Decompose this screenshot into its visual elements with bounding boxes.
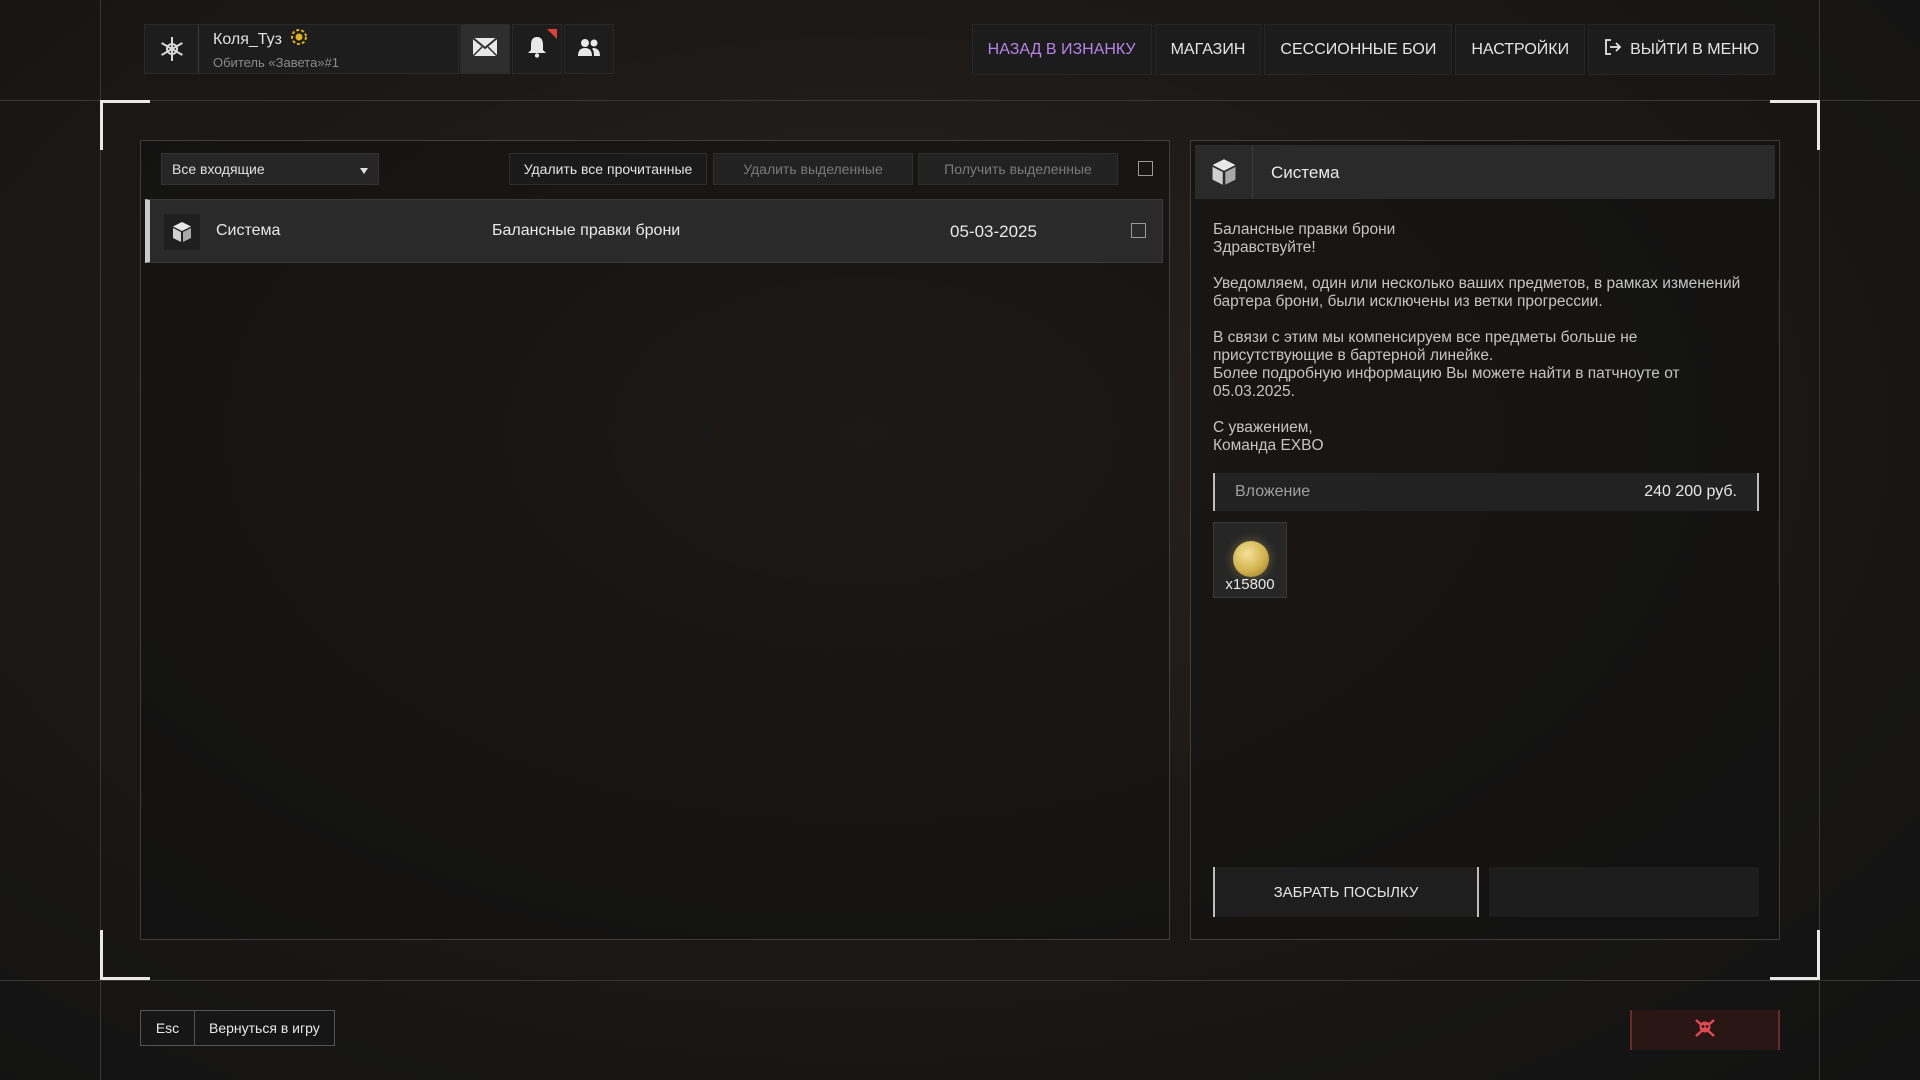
attachment-item-slot[interactable]: x15800 — [1213, 522, 1287, 598]
action-placeholder — [1489, 867, 1759, 917]
message-header: Система — [1195, 145, 1775, 199]
friends-button[interactable] — [564, 24, 614, 74]
package-icon — [1195, 145, 1253, 199]
package-icon — [164, 214, 200, 250]
frame-line-right — [1819, 0, 1820, 1080]
frame-line-top — [0, 100, 1920, 101]
delete-all-read-button[interactable]: Удалить все прочитанные — [509, 153, 707, 185]
inbox-toolbar: Все входящие Удалить все прочитанные Уда… — [161, 153, 1153, 185]
attachment-label: Вложение — [1235, 483, 1311, 500]
mail-checkbox[interactable] — [1131, 223, 1146, 238]
mail-button[interactable] — [460, 24, 510, 74]
envelope-icon — [472, 36, 498, 62]
filter-dropdown[interactable]: Все входящие — [161, 153, 379, 185]
esc-key[interactable]: Esc — [141, 1011, 195, 1045]
inbox-panel: Все входящие Удалить все прочитанные Уда… — [140, 140, 1170, 940]
delete-selected-button[interactable]: Удалить выделенные — [713, 153, 913, 185]
receive-selected-button[interactable]: Получить выделенные — [918, 153, 1118, 185]
select-all-checkbox[interactable] — [1138, 161, 1153, 176]
attachment-value: 240 200 руб. — [1644, 483, 1737, 500]
message-paragraph: В связи с этим мы компенсируем все предм… — [1213, 329, 1680, 400]
claim-parcel-button[interactable]: ЗАБРАТЬ ПОСЫЛКУ — [1213, 867, 1479, 917]
exit-to-menu-label: ВЫЙТИ В МЕНЮ — [1630, 40, 1759, 58]
profile-card[interactable]: Коля_Туз Обитель «Завета»#1 — [144, 24, 459, 74]
return-to-game-control[interactable]: Esc Вернуться в игру — [140, 1010, 335, 1046]
top-navigation: НАЗАД В ИЗНАНКУ МАГАЗИН СЕССИОННЫЕ БОИ Н… — [971, 24, 1775, 75]
notification-indicator — [547, 29, 557, 39]
attachment-bar: Вложение 240 200 руб. — [1213, 473, 1759, 511]
return-to-game-label: Вернуться в игру — [195, 1011, 334, 1045]
coin-icon — [1233, 541, 1269, 577]
nav-settings[interactable]: НАСТРОЙКИ — [1455, 24, 1586, 75]
message-paragraph: Уведомляем, один или несколько ваших пре… — [1213, 275, 1741, 310]
nav-session-fights[interactable]: СЕССИОННЫЕ БОИ — [1264, 24, 1453, 75]
nav-back-to-underside[interactable]: НАЗАД В ИЗНАНКУ — [971, 24, 1152, 75]
mail-sender: Система — [216, 222, 281, 239]
mail-list-item[interactable]: Система Балансные правки брони 05-03-202… — [145, 199, 1163, 263]
users-icon — [577, 37, 601, 62]
message-sender: Система — [1271, 163, 1340, 182]
bell-icon — [527, 36, 547, 63]
message-paragraph: С уважением, Команда EXBO — [1213, 419, 1324, 454]
nav-shop[interactable]: МАГАЗИН — [1154, 24, 1262, 75]
exit-icon — [1604, 38, 1622, 61]
caret-down-icon — [360, 161, 368, 177]
frame-line-bottom — [0, 980, 1920, 981]
snowflake-icon — [145, 25, 199, 73]
frame-line-left — [100, 0, 101, 1080]
notifications-button[interactable] — [512, 24, 562, 74]
message-body: Балансные правки брони Здравствуйте! Уве… — [1213, 221, 1758, 473]
mail-subject: Балансные правки брони — [492, 222, 681, 239]
mail-date: 05-03-2025 — [950, 222, 1037, 241]
badge-icon — [290, 28, 308, 51]
clan-name: Обитель «Завета»#1 — [213, 55, 339, 70]
item-quantity: x15800 — [1225, 576, 1275, 593]
filter-selected: Все входящие — [172, 161, 265, 177]
message-paragraph: Балансные правки брони Здравствуйте! — [1213, 221, 1396, 256]
danger-button[interactable] — [1630, 1010, 1780, 1050]
nav-exit-to-menu[interactable]: ВЫЙТИ В МЕНЮ — [1588, 24, 1775, 75]
username: Коля_Туз — [213, 30, 282, 48]
message-view-panel: Система Балансные правки брони Здравству… — [1190, 140, 1780, 940]
skull-icon — [1694, 1018, 1716, 1043]
